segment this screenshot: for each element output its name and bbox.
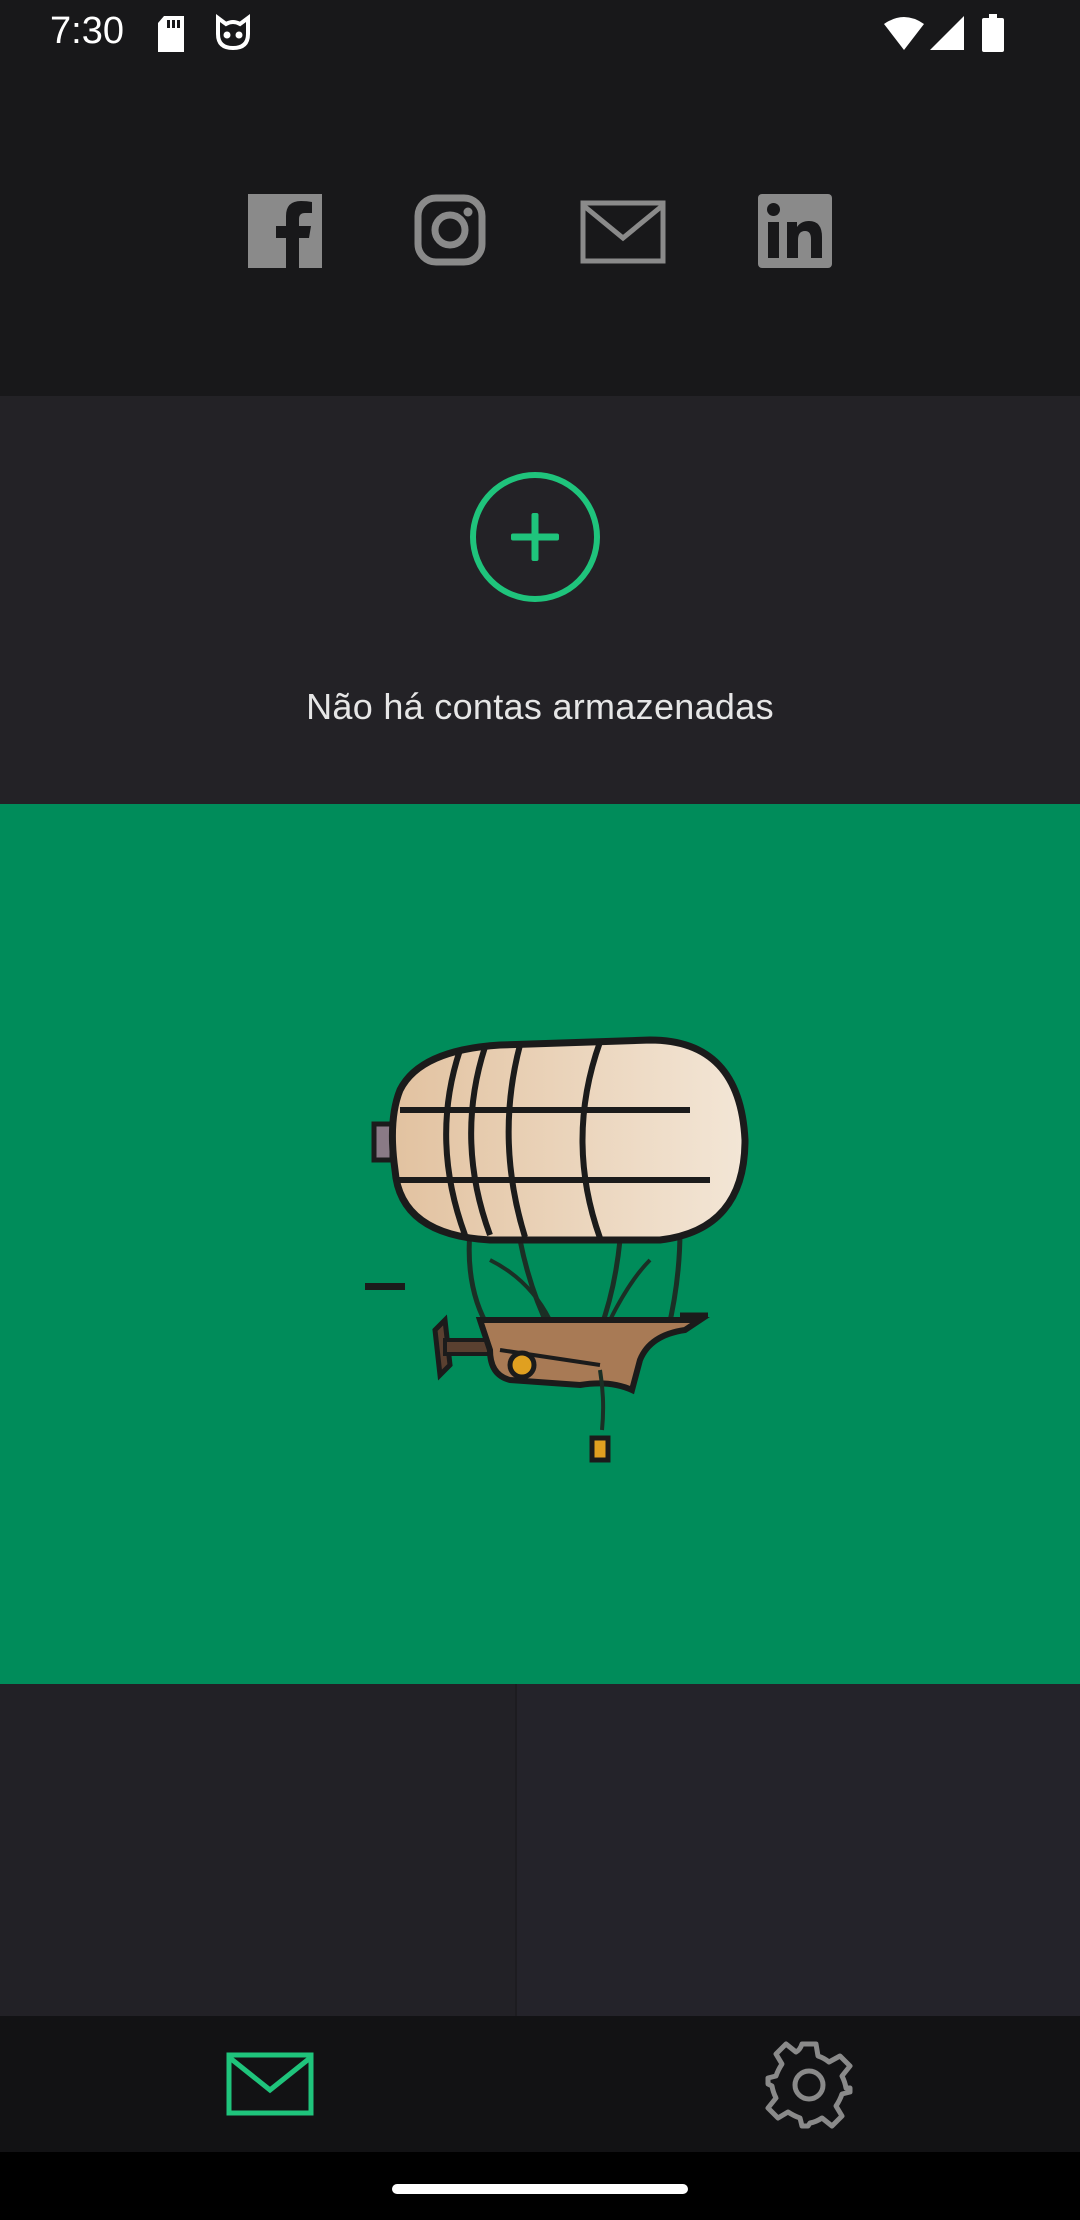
nav-gear-icon[interactable] bbox=[764, 2040, 854, 2130]
status-time: 7:30 bbox=[50, 10, 124, 52]
lower-panel-right bbox=[517, 1684, 1080, 2016]
linkedin-icon[interactable] bbox=[758, 194, 832, 268]
facebook-icon[interactable] bbox=[248, 194, 322, 268]
cell-signal-icon bbox=[930, 16, 964, 50]
battery-icon bbox=[982, 14, 1004, 52]
bottom-navigation bbox=[0, 2016, 1080, 2152]
instagram-icon[interactable] bbox=[414, 194, 486, 266]
mail-icon[interactable] bbox=[580, 200, 666, 264]
sd-card-icon bbox=[158, 16, 184, 52]
add-account-button[interactable] bbox=[468, 470, 602, 604]
wifi-icon bbox=[884, 17, 924, 50]
cat-face-icon bbox=[216, 14, 250, 51]
home-gesture-handle[interactable] bbox=[392, 2184, 688, 2194]
nav-mail-icon[interactable] bbox=[226, 2052, 314, 2116]
status-bar: 7:30 bbox=[0, 0, 1080, 66]
lower-panel-left bbox=[0, 1684, 515, 2016]
social-header bbox=[0, 66, 1080, 396]
empty-accounts-message: Não há contas armazenadas bbox=[306, 686, 774, 727]
airship-illustration bbox=[365, 1036, 749, 1463]
